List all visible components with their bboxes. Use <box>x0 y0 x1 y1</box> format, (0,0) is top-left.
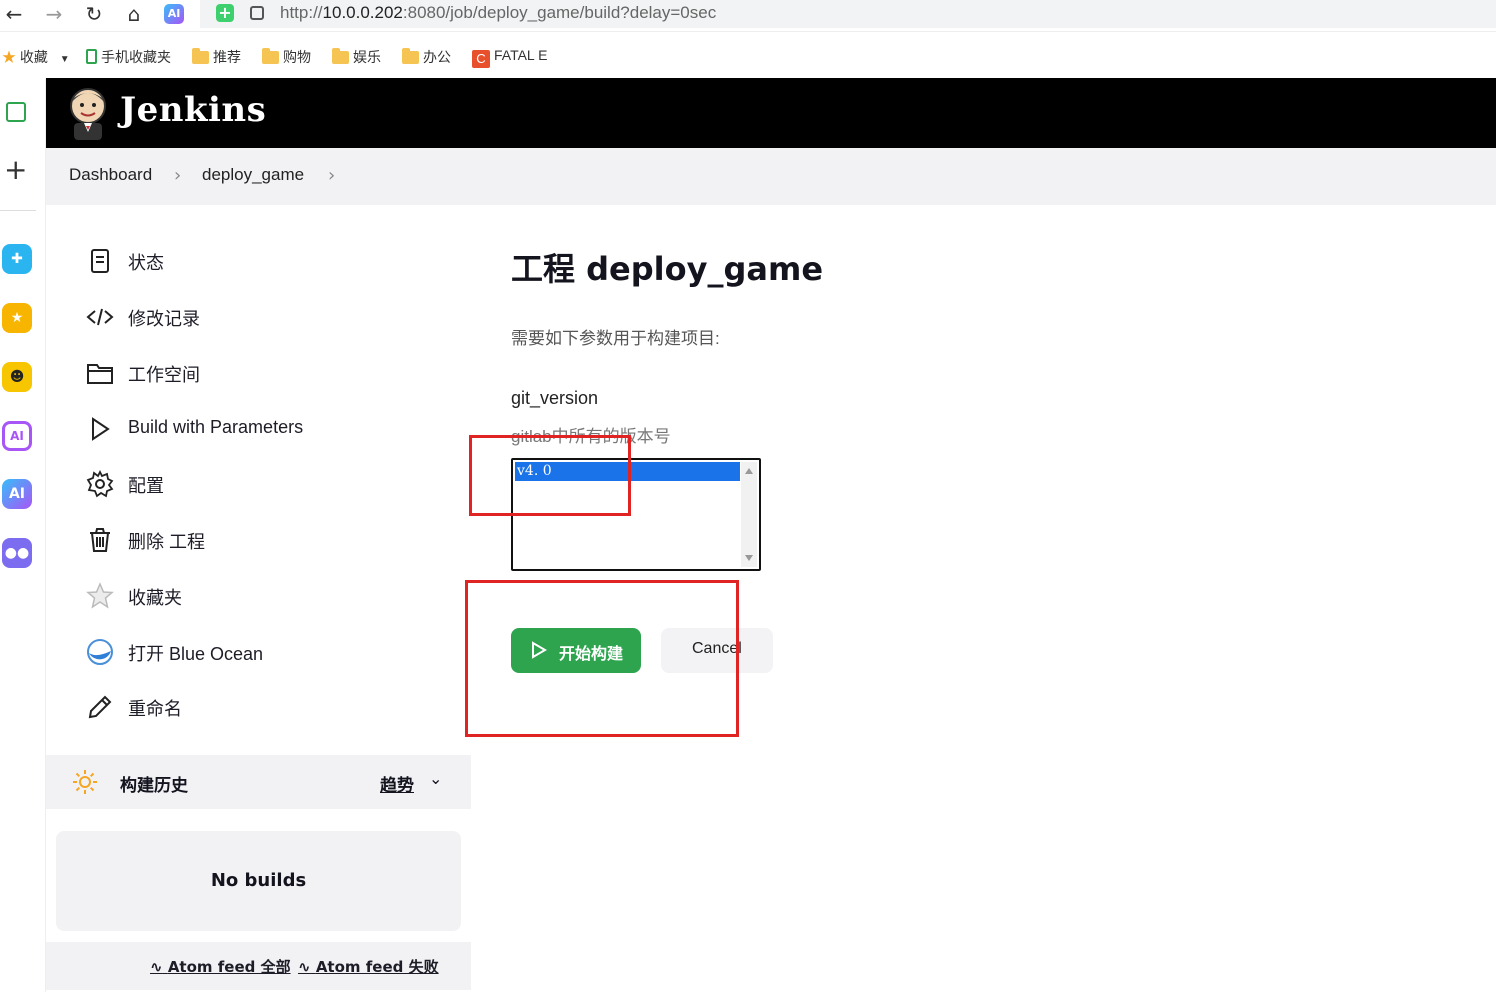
insecure-lock-icon[interactable] <box>250 6 264 20</box>
atom-feeds: ∿ Atom feed 全部 ∿ Atom feed 失败 <box>46 942 471 990</box>
scroll-up-icon[interactable] <box>745 468 753 474</box>
sidebar-item-favorites[interactable]: 收藏夹 <box>86 580 446 612</box>
back-icon[interactable]: ← <box>2 2 26 26</box>
folder-icon <box>332 48 349 64</box>
bookmark-office[interactable]: 办公 <box>402 47 451 67</box>
forward-icon[interactable]: → <box>42 2 66 26</box>
play-icon <box>92 417 110 441</box>
gear-icon <box>86 470 114 498</box>
folder-icon <box>402 48 419 64</box>
reload-icon[interactable]: ↻ <box>82 2 106 26</box>
address-bar[interactable]: + http://10.0.0.202:8080/job/deploy_game… <box>200 0 1496 28</box>
folder-icon <box>87 364 113 384</box>
atom-feed-failed-link[interactable]: ∿ Atom feed 失败 <box>298 956 439 977</box>
jenkins-header: Jenkins <box>46 78 1496 148</box>
sidebar-item-blue-ocean[interactable]: 打开 Blue Ocean <box>86 636 446 668</box>
build-history-header: 构建历史 趋势 ⌄ <box>46 755 471 809</box>
ai-app-icon[interactable]: AI <box>2 479 32 509</box>
no-builds-text: No builds <box>210 870 307 891</box>
phone-icon <box>86 49 97 64</box>
ai-extension-icon[interactable]: AI <box>164 4 184 24</box>
chevron-down-icon[interactable]: ⌄ <box>429 769 442 788</box>
c-logo-icon: C <box>472 50 490 68</box>
bookmark-recommend[interactable]: 推荐 <box>192 47 241 67</box>
bookmark-fatal[interactable]: C FATAL E <box>472 47 547 68</box>
folder-icon <box>192 48 209 64</box>
empty-builds-panel: No builds <box>56 831 461 931</box>
app-icon-1[interactable]: ✚ <box>2 244 32 274</box>
bookmarks-bar: ★ 收藏 ▼ 手机收藏夹 推荐 购物 娱乐 办公 C FATAL E <box>0 40 1496 74</box>
star-icon: ★ <box>2 49 16 65</box>
bookmark-favorites[interactable]: ★ 收藏 ▼ <box>2 47 70 67</box>
sidebar-item-rename[interactable]: 重命名 <box>86 691 446 723</box>
folder-icon <box>262 48 279 64</box>
bookmark-shopping[interactable]: 购物 <box>262 47 311 67</box>
annotation-box-select <box>469 435 631 516</box>
bookmark-mobile[interactable]: 手机收藏夹 <box>86 47 171 67</box>
scroll-down-icon[interactable] <box>745 555 753 561</box>
robot-app-icon[interactable]: ☻ <box>2 362 32 392</box>
chevron-right-icon: › <box>174 165 182 186</box>
sidebar-item-label: 重命名 <box>128 699 182 719</box>
sidebar-item-label: Build with Parameters <box>128 417 304 437</box>
code-icon <box>86 308 114 326</box>
home-icon[interactable]: ⌂ <box>122 2 146 26</box>
bookmark-entertainment[interactable]: 娱乐 <box>332 47 381 67</box>
jenkins-logo-icon[interactable] <box>68 86 108 140</box>
breadcrumb-dashboard[interactable]: Dashboard <box>69 165 152 185</box>
rail-divider <box>0 210 36 211</box>
chevron-down-icon[interactable]: ▼ <box>60 54 70 65</box>
add-icon[interactable]: + <box>4 156 27 184</box>
status-icon <box>91 249 109 273</box>
scrollbar[interactable] <box>741 462 757 567</box>
annotation-box-buttons <box>465 580 739 737</box>
trash-icon <box>90 528 110 552</box>
build-history-title: 构建历史 <box>120 776 188 796</box>
rss-icon: ∿ <box>150 958 163 976</box>
blue-ocean-icon <box>87 639 113 665</box>
home-icon[interactable] <box>6 102 26 122</box>
star-icon <box>86 582 114 609</box>
page-title: 工程 deploy_game <box>511 250 824 288</box>
browser-toolbar: ← → ↻ ⌂ AI + http://10.0.0.202:8080/job/… <box>0 0 1496 32</box>
sidebar-item-label: 打开 Blue Ocean <box>128 644 264 664</box>
breadcrumb-deploy-game[interactable]: deploy_game <box>202 165 304 185</box>
star-app-icon[interactable]: ★ <box>2 303 32 333</box>
pencil-icon <box>88 695 112 719</box>
ai-ring-app-icon[interactable]: AI <box>2 421 32 451</box>
sidebar-item-build-with-parameters[interactable]: Build with Parameters <box>86 413 446 445</box>
sidebar-item-label: 收藏夹 <box>128 588 182 608</box>
sidebar-item-label: 修改记录 <box>128 309 200 329</box>
sidebar-item-configure[interactable]: 配置 <box>86 468 446 500</box>
add-icon[interactable]: + <box>216 4 234 22</box>
parameters-description: 需要如下参数用于构建项目: <box>511 329 720 348</box>
atom-feed-all-link[interactable]: ∿ Atom feed 全部 <box>150 956 291 977</box>
jenkins-title[interactable]: Jenkins <box>120 90 266 130</box>
breadcrumb: Dashboard › deploy_game › <box>46 148 1496 205</box>
sidebar-item-label: 删除 工程 <box>128 532 206 552</box>
sidebar-item-label: 状态 <box>128 253 164 273</box>
url-text[interactable]: http://10.0.0.202:8080/job/deploy_game/b… <box>280 3 716 23</box>
rss-icon: ∿ <box>298 958 311 976</box>
sun-icon <box>73 770 97 794</box>
chat-app-icon[interactable]: ●● <box>2 538 32 568</box>
browser-side-rail: + ✚ ★ ☻ AI AI ●● <box>0 78 46 992</box>
sidebar-item-label: 工作空间 <box>128 365 200 385</box>
sidebar-item-label: 配置 <box>128 476 164 496</box>
sidebar-item-delete-project[interactable]: 删除 工程 <box>86 524 446 556</box>
sidebar-item-workspace[interactable]: 工作空间 <box>86 357 446 389</box>
sidebar-item-changes[interactable]: 修改记录 <box>86 301 446 333</box>
trend-link[interactable]: 趋势 <box>380 771 414 796</box>
sidebar-item-status[interactable]: 状态 <box>86 245 446 277</box>
chevron-right-icon[interactable]: › <box>328 165 335 186</box>
parameter-name: git_version <box>511 388 599 408</box>
